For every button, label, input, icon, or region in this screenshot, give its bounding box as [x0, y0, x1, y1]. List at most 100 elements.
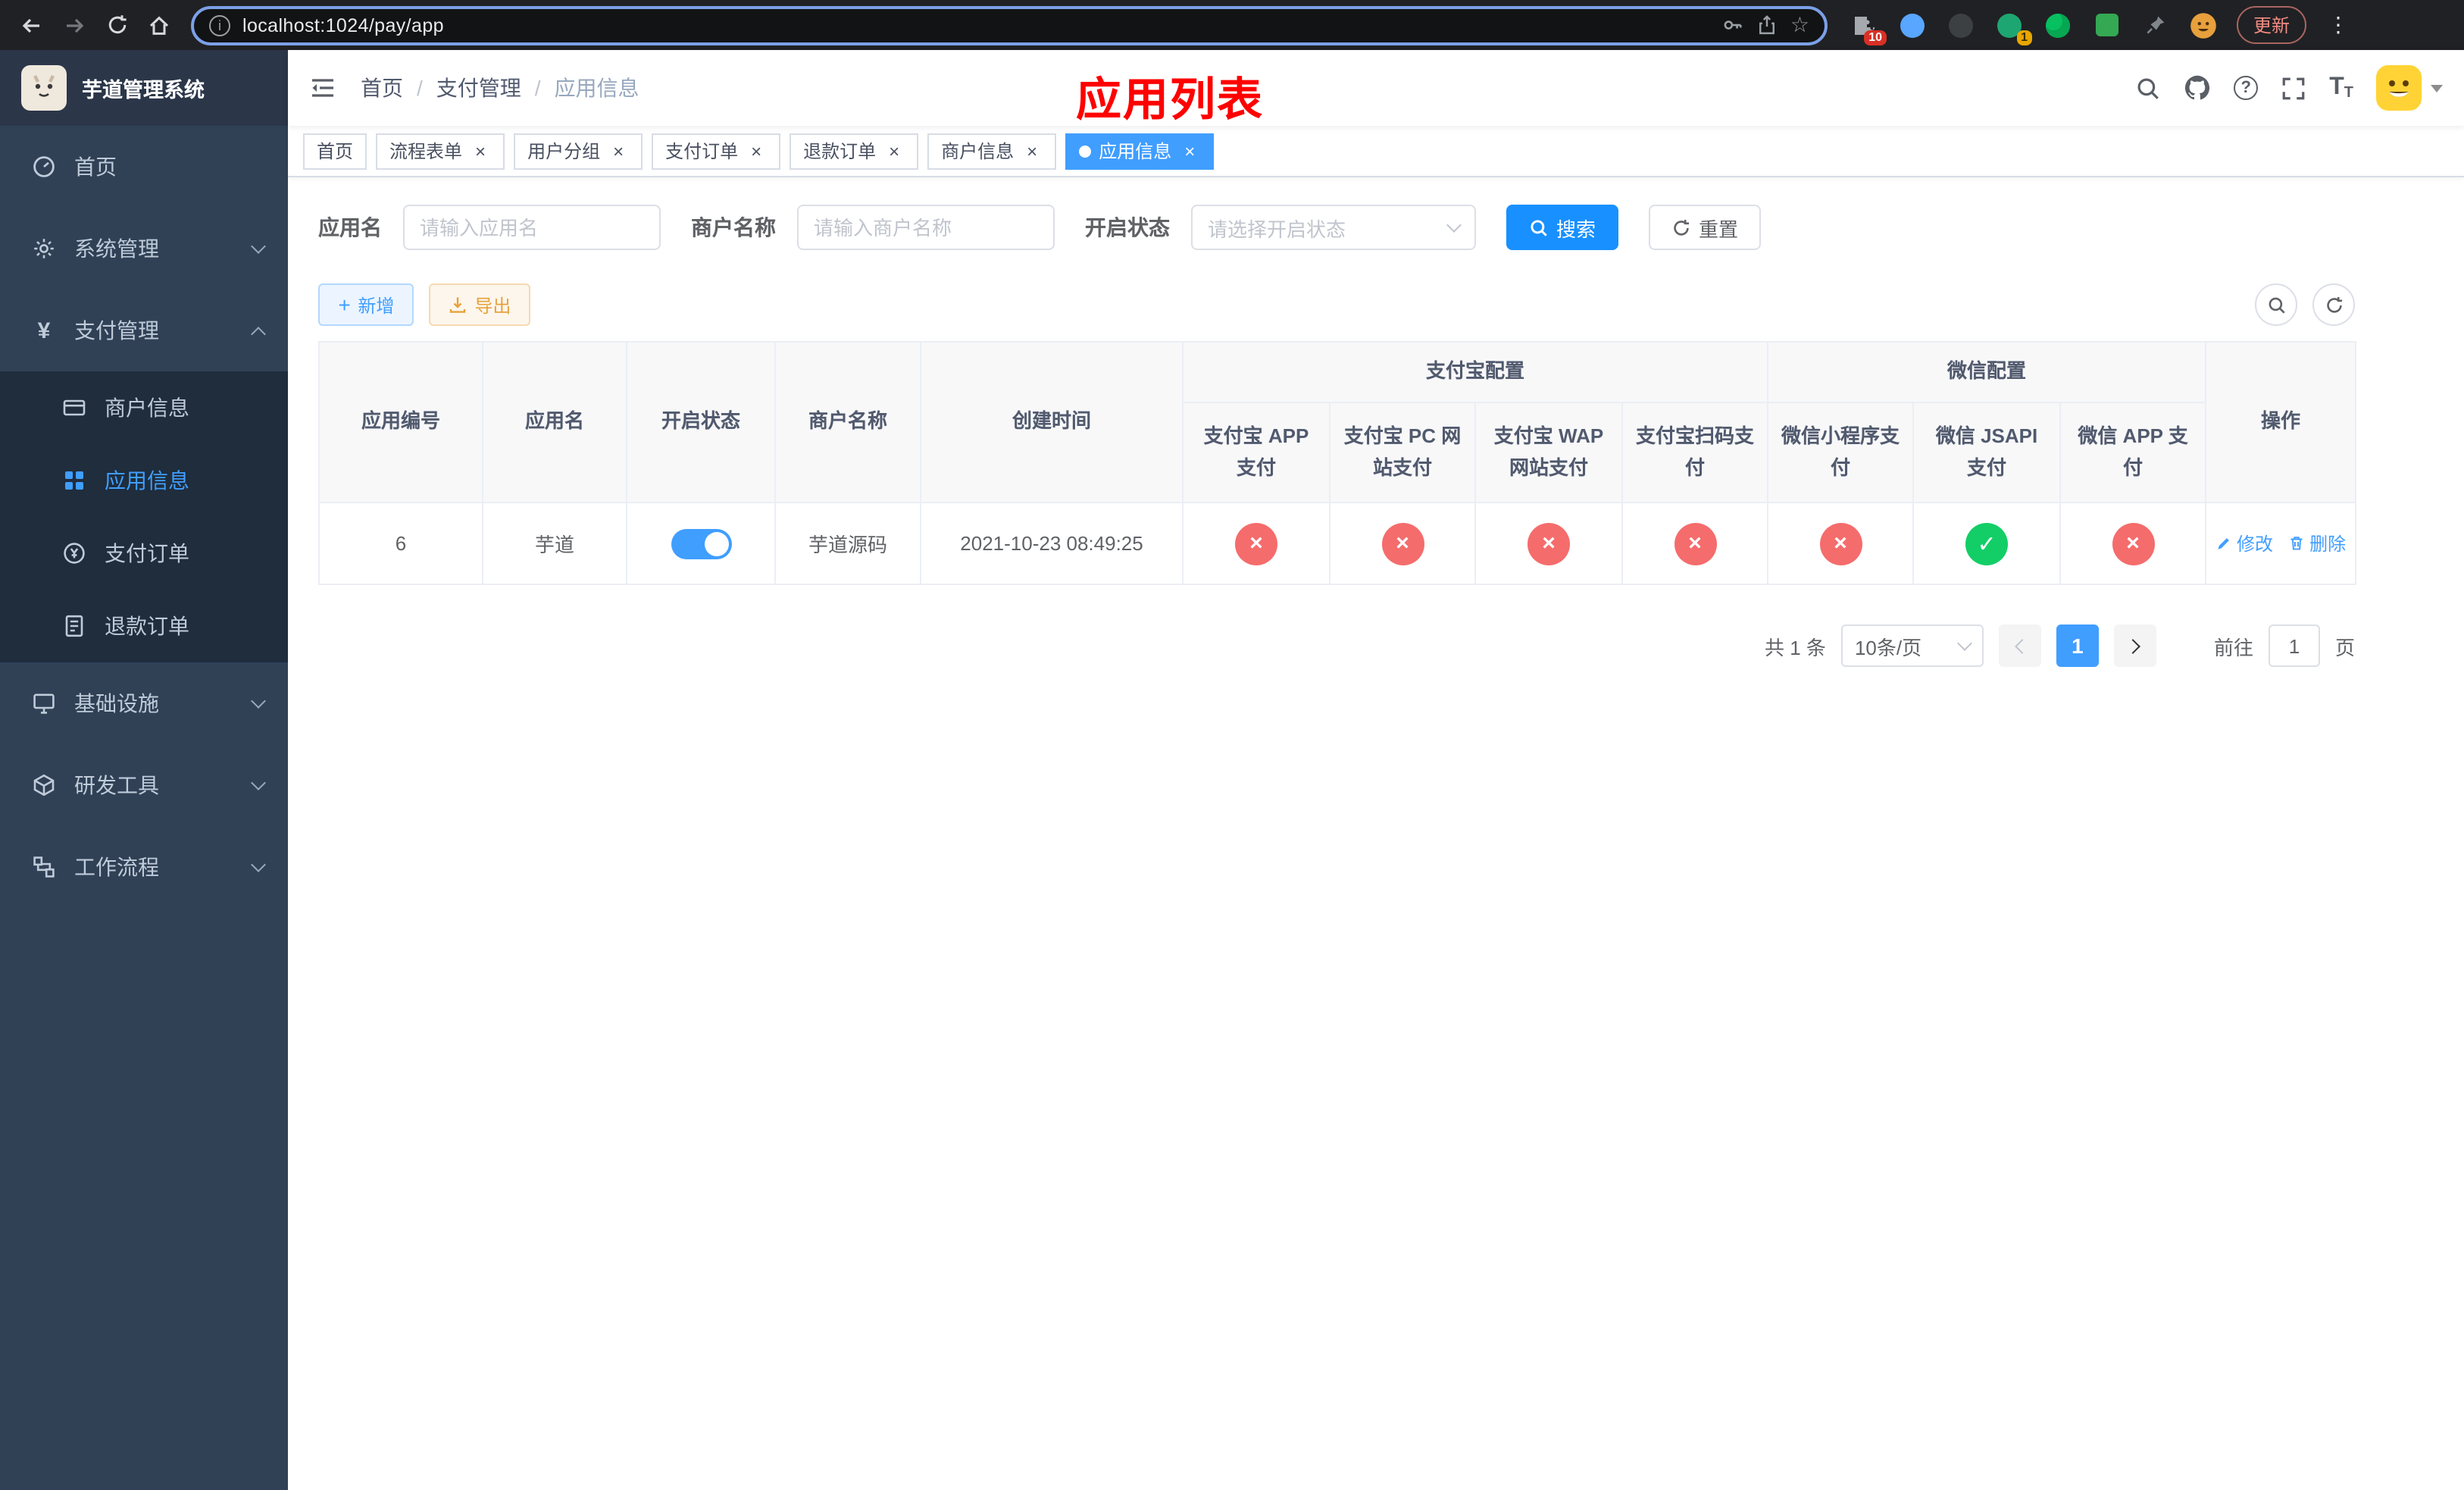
sidebar-item-home[interactable]: 首页: [0, 126, 288, 208]
breadcrumb-home[interactable]: 首页: [361, 73, 403, 103]
close-icon[interactable]: [883, 140, 905, 161]
font-size-icon[interactable]: [2329, 74, 2353, 102]
site-info-icon[interactable]: [209, 14, 230, 36]
edit-button[interactable]: 修改: [2215, 531, 2273, 556]
delete-button[interactable]: 删除: [2288, 531, 2346, 556]
status-select[interactable]: 请选择开启状态: [1191, 205, 1476, 250]
edit-icon: [2218, 538, 2229, 549]
forward-icon[interactable]: [55, 5, 94, 45]
tags-view-bar: 首页 流程表单 用户分组 支付订单 退款订单 商户信息 应用信息: [288, 126, 2464, 177]
sidebar-item-dev-tools[interactable]: 研发工具: [0, 744, 288, 826]
search-icon: [1531, 219, 1547, 236]
browser-menu-icon[interactable]: [2322, 12, 2355, 38]
back-icon[interactable]: [12, 5, 52, 45]
extension-icon-blue[interactable]: [1894, 7, 1931, 43]
cell-actions: 修改 删除: [2205, 502, 2357, 585]
tab-app-info[interactable]: 应用信息: [1065, 133, 1215, 169]
extension-icon-teal[interactable]: 1: [1991, 7, 2032, 45]
home-icon[interactable]: [139, 5, 179, 45]
fullscreen-icon[interactable]: [2281, 75, 2306, 101]
close-icon[interactable]: [608, 140, 629, 161]
password-key-icon[interactable]: [1722, 14, 1745, 36]
toggle-search-button[interactable]: [2255, 283, 2297, 326]
sidebar-item-refund-order[interactable]: 退款订单: [0, 590, 288, 662]
close-icon[interactable]: [1021, 140, 1043, 161]
delete-icon: [2290, 537, 2303, 550]
search-button[interactable]: 搜索: [1506, 205, 1619, 250]
user-avatar[interactable]: [2376, 65, 2443, 111]
active-dot: [1079, 145, 1092, 157]
sidebar-item-pay-order[interactable]: 支付订单: [0, 517, 288, 590]
tab-process-form[interactable]: 流程表单: [376, 133, 505, 169]
extension-icon-pin[interactable]: [2137, 7, 2173, 43]
tab-user-group[interactable]: 用户分组: [514, 133, 643, 169]
close-icon[interactable]: [746, 140, 767, 161]
cross-icon: [1381, 522, 1424, 565]
close-icon[interactable]: [1179, 140, 1200, 161]
bookmark-star-icon[interactable]: [1790, 12, 1809, 38]
cell-alipay-pc: [1329, 502, 1476, 585]
sidebar-item-system[interactable]: 系统管理: [0, 208, 288, 290]
column-header-app-name: 应用名: [482, 341, 627, 503]
table-toolbar: 新增 导出: [318, 283, 2355, 326]
chevron-left-icon: [2015, 638, 2030, 653]
column-group-alipay: 支付宝配置: [1181, 341, 1769, 403]
goto-page-input[interactable]: [2268, 624, 2320, 667]
sidebar-toggle-icon[interactable]: [309, 73, 339, 103]
prev-page-button[interactable]: [1998, 624, 2041, 667]
address-bar[interactable]: localhost:1024/pay/app: [191, 5, 1828, 45]
sidebar-item-merchant-info[interactable]: 商户信息: [0, 371, 288, 444]
close-icon[interactable]: [470, 140, 491, 161]
refresh-icon: [2326, 296, 2342, 312]
extension-icon-wechat[interactable]: [2040, 7, 2076, 43]
tab-home[interactable]: 首页: [303, 133, 367, 169]
export-button[interactable]: 导出: [429, 283, 531, 326]
cell-merchant-name: 芋道源码: [774, 502, 921, 585]
grid-icon: [61, 468, 88, 493]
app-logo[interactable]: 芋道管理系统: [0, 50, 288, 126]
search-icon[interactable]: [2135, 75, 2161, 101]
app-name-input[interactable]: [403, 205, 661, 250]
merchant-name-input[interactable]: [797, 205, 1055, 250]
extension-icon-green-square[interactable]: [2088, 7, 2125, 43]
help-icon[interactable]: [2234, 76, 2259, 100]
sidebar-item-workflow[interactable]: 工作流程: [0, 826, 288, 908]
cell-wx-app: [2059, 502, 2207, 585]
extensions-puzzle-icon[interactable]: 10: [1846, 7, 1887, 45]
column-header-actions: 操作: [2205, 341, 2357, 503]
tab-pay-order[interactable]: 支付订单: [652, 133, 781, 169]
chrome-update-button[interactable]: 更新: [2237, 6, 2307, 44]
cell-status: [626, 502, 776, 585]
top-navbar: 首页 / 支付管理 / 应用信息 应用列表: [288, 50, 2464, 126]
reset-button[interactable]: 重置: [1649, 205, 1762, 250]
goto-label: 前往: [2213, 636, 2253, 659]
tab-merchant-info[interactable]: 商户信息: [927, 133, 1057, 169]
add-button[interactable]: 新增: [318, 283, 414, 326]
sidebar-item-payment[interactable]: ¥ 支付管理: [0, 290, 288, 371]
cross-icon: [2112, 522, 2155, 565]
next-page-button[interactable]: [2113, 624, 2156, 667]
cross-icon: [1235, 522, 1277, 565]
status-toggle[interactable]: [671, 528, 731, 559]
profile-avatar-icon[interactable]: [2185, 7, 2222, 43]
breadcrumb-section[interactable]: 支付管理: [436, 73, 521, 103]
sidebar-item-app-info[interactable]: 应用信息: [0, 444, 288, 517]
share-icon[interactable]: [1757, 14, 1778, 36]
status-label: 开启状态: [1085, 215, 1170, 239]
logo-avatar: [21, 65, 67, 111]
reload-icon[interactable]: [97, 5, 136, 45]
sidebar-item-infrastructure[interactable]: 基础设施: [0, 662, 288, 744]
extension-icon-dark[interactable]: [1943, 7, 1979, 43]
tab-refund-order[interactable]: 退款订单: [790, 133, 919, 169]
page-number-button[interactable]: 1: [2056, 624, 2099, 667]
github-icon[interactable]: [2184, 74, 2211, 102]
url-text[interactable]: localhost:1024/pay/app: [242, 14, 1710, 36]
page-size-select[interactable]: 10条/页: [1840, 624, 1984, 667]
cross-icon: [1527, 522, 1570, 565]
cross-icon: [1819, 522, 1862, 565]
chevron-up-icon: [251, 326, 266, 341]
refresh-table-button[interactable]: [2312, 283, 2355, 326]
cell-alipay-wap: [1474, 502, 1623, 585]
extension-badge: 1: [2016, 30, 2032, 45]
app-frame: 芋道管理系统 首页 系统管理 ¥ 支付管理 商户信息 应用信息 支付订单 退款订…: [0, 50, 2464, 1490]
